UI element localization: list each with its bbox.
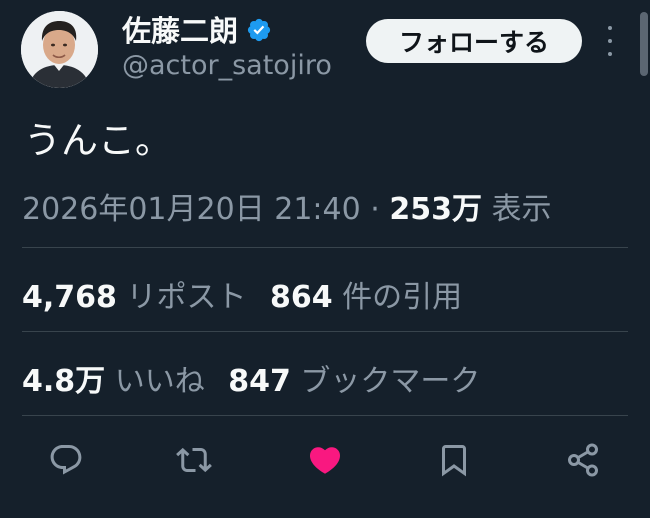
divider	[22, 415, 628, 416]
bookmarks-stat[interactable]: 847 ブックマーク	[228, 364, 480, 399]
bookmark-button[interactable]	[434, 440, 474, 480]
bookmarks-count: 847	[228, 364, 291, 399]
meta-separator: ·	[370, 192, 380, 227]
retweet-button[interactable]	[174, 440, 214, 480]
retweet-icon	[176, 447, 212, 473]
tweet-timestamp[interactable]: 2026年01月20日 21:40	[22, 192, 361, 227]
reposts-stat[interactable]: 4,768 リポスト	[22, 280, 256, 315]
reposts-count: 4,768	[22, 280, 117, 315]
divider	[22, 331, 628, 332]
quotes-label: 件の引用	[342, 280, 463, 315]
share-icon	[568, 443, 598, 477]
stats-row-reposts: 4,768 リポスト 864 件の引用	[22, 272, 462, 316]
avatar[interactable]	[21, 11, 98, 88]
more-options-icon[interactable]	[604, 26, 616, 56]
likes-count: 4.8万	[22, 364, 106, 399]
bookmark-icon	[442, 445, 466, 477]
tweet-text: うんこ。	[24, 119, 172, 162]
author-display-name[interactable]: 佐藤二朗	[122, 8, 238, 50]
views-label: 表示	[491, 192, 552, 227]
share-button[interactable]	[563, 440, 603, 480]
quotes-count: 864	[270, 280, 333, 315]
like-button[interactable]	[305, 440, 345, 480]
like-icon	[309, 447, 341, 474]
likes-label: いいね	[114, 364, 205, 399]
likes-stat[interactable]: 4.8万 いいね	[22, 364, 214, 399]
author-handle[interactable]: @actor_satojiro	[122, 50, 332, 81]
scrollbar[interactable]	[640, 12, 648, 76]
follow-button[interactable]: フォローする	[366, 19, 582, 63]
reposts-label: リポスト	[126, 280, 247, 315]
tweet-meta: 2026年01月20日 21:40 · 253万 表示	[22, 184, 552, 228]
avatar-photo	[21, 11, 98, 88]
quotes-stat[interactable]: 864 件の引用	[270, 280, 462, 315]
stats-row-likes: 4.8万 いいね 847 ブックマーク	[22, 356, 480, 400]
author-name[interactable]: 佐藤二朗	[122, 8, 272, 50]
divider	[22, 247, 628, 248]
reply-icon	[50, 445, 82, 475]
reply-button[interactable]	[46, 440, 86, 480]
bookmarks-label: ブックマーク	[300, 364, 481, 399]
views-count: 253万	[389, 192, 482, 227]
verified-badge-icon[interactable]	[246, 16, 272, 42]
